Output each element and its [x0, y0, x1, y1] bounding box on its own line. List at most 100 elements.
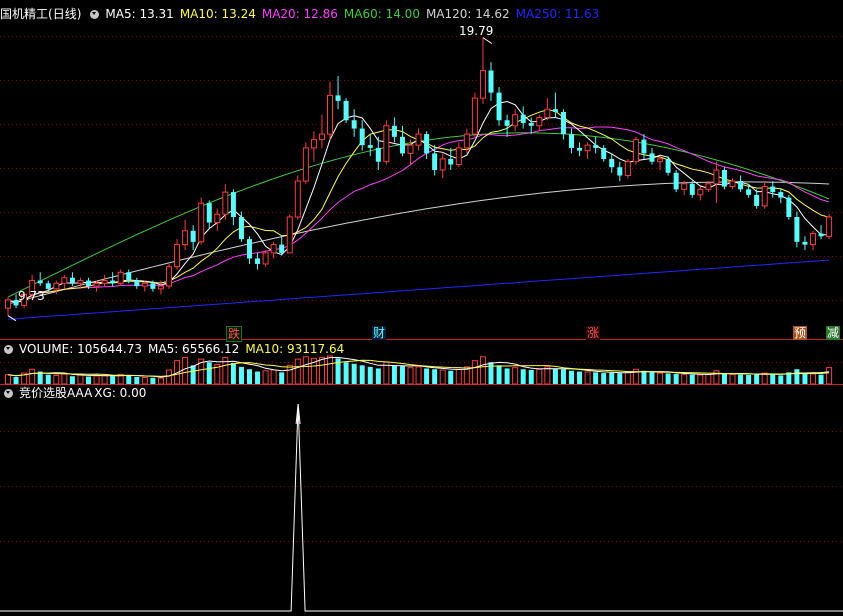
candlestick[interactable] — [601, 145, 607, 162]
candlestick[interactable] — [327, 81, 333, 140]
candlestick[interactable] — [520, 106, 526, 129]
candlestick[interactable] — [134, 277, 140, 289]
candlestick[interactable] — [512, 109, 519, 132]
event-tag-forecast[interactable]: 预 — [793, 326, 808, 340]
candlestick[interactable] — [448, 147, 454, 170]
candle-body — [705, 183, 712, 190]
event-tag-rise[interactable]: 涨 — [586, 326, 601, 340]
candlestick[interactable] — [37, 272, 43, 287]
stock-name: 国机精工 — [0, 7, 49, 21]
candlestick[interactable] — [61, 275, 68, 289]
candlestick[interactable] — [230, 189, 236, 226]
candlestick[interactable] — [310, 131, 317, 162]
candle-body — [746, 189, 752, 195]
candlestick[interactable] — [214, 208, 221, 231]
candlestick[interactable] — [455, 142, 462, 168]
candlestick[interactable] — [593, 136, 599, 154]
volume-bar — [528, 370, 534, 384]
candlestick[interactable] — [657, 156, 664, 170]
candlestick[interactable] — [665, 156, 671, 176]
candlestick[interactable] — [560, 109, 566, 140]
candle-body — [327, 94, 333, 135]
candlestick[interactable] — [584, 142, 591, 159]
candlestick[interactable] — [697, 186, 704, 201]
candlestick[interactable] — [632, 136, 639, 165]
candlestick[interactable] — [117, 269, 124, 287]
candlestick[interactable] — [286, 214, 293, 254]
candlestick[interactable] — [729, 178, 736, 190]
candlestick[interactable] — [247, 236, 252, 264]
candlestick[interactable] — [721, 167, 727, 190]
candlestick[interactable] — [110, 272, 116, 287]
candlestick[interactable] — [617, 161, 623, 182]
candlestick[interactable] — [786, 194, 792, 220]
candlestick[interactable] — [479, 37, 486, 104]
candlestick[interactable] — [101, 275, 108, 287]
candlestick[interactable] — [343, 98, 349, 124]
event-tag-fall[interactable]: 跌 — [226, 326, 243, 342]
candlestick[interactable] — [496, 87, 502, 126]
candlestick[interactable] — [262, 250, 269, 267]
candlestick[interactable] — [351, 109, 357, 137]
candlestick[interactable] — [649, 147, 655, 165]
candlestick[interactable] — [439, 153, 446, 179]
candlestick[interactable] — [399, 125, 405, 157]
candlestick[interactable] — [794, 211, 800, 248]
candlestick[interactable] — [255, 252, 261, 270]
volume-bar — [302, 356, 309, 385]
volume-bar — [569, 370, 574, 384]
candlestick[interactable] — [689, 181, 695, 198]
candlestick[interactable] — [738, 175, 744, 193]
candlestick[interactable] — [577, 142, 583, 157]
candlestick[interactable] — [190, 225, 196, 251]
candlestick[interactable] — [294, 175, 301, 220]
candlestick[interactable] — [569, 128, 574, 154]
candlestick[interactable] — [206, 200, 212, 229]
candle-body — [609, 158, 615, 168]
candlestick[interactable] — [198, 197, 205, 245]
candlestick[interactable] — [182, 219, 189, 251]
candlestick[interactable] — [673, 170, 679, 193]
volume-ma5-legend: MA5: 65566.12 — [148, 342, 240, 356]
indicator-pane-menu-icon[interactable] — [4, 389, 13, 398]
chart-window[interactable]: 国机精工(日线) MA5: 13.31 MA10: 13.24 MA20: 12.86… — [0, 0, 843, 616]
candlestick[interactable] — [279, 236, 285, 256]
indicator-menu-icon[interactable] — [90, 10, 100, 19]
candlestick[interactable] — [544, 98, 551, 121]
candlestick[interactable] — [609, 153, 615, 173]
candlestick[interactable] — [367, 134, 373, 157]
candlestick[interactable] — [810, 230, 816, 251]
candlestick[interactable] — [166, 263, 172, 289]
event-tag-reduce[interactable]: 减 — [826, 326, 841, 340]
candlestick[interactable] — [270, 241, 277, 259]
candlestick[interactable] — [5, 297, 11, 316]
candlestick[interactable] — [391, 117, 397, 143]
ma250-legend: MA250: 11.63 — [515, 7, 600, 21]
candlestick[interactable] — [536, 114, 543, 132]
candlestick[interactable] — [826, 214, 833, 240]
candlestick[interactable] — [415, 128, 422, 151]
candlestick[interactable] — [174, 239, 181, 270]
volume-menu-icon[interactable] — [4, 345, 13, 354]
candlestick[interactable] — [488, 62, 494, 101]
chart-canvas[interactable] — [0, 0, 843, 616]
event-tag-finance[interactable]: 财 — [372, 326, 387, 340]
candlestick[interactable] — [335, 76, 341, 110]
candlestick[interactable] — [552, 92, 558, 118]
candlestick[interactable] — [761, 181, 768, 209]
candlestick[interactable] — [802, 236, 808, 251]
candlestick[interactable] — [375, 136, 381, 170]
candlestick[interactable] — [778, 189, 784, 204]
candlestick[interactable] — [222, 183, 229, 220]
candlestick[interactable] — [69, 272, 75, 287]
candle-body — [222, 191, 229, 215]
candlestick[interactable] — [754, 189, 760, 209]
candlestick[interactable] — [302, 142, 309, 184]
candlestick[interactable] — [713, 161, 720, 204]
candlestick[interactable] — [471, 92, 478, 137]
candlestick[interactable] — [770, 181, 776, 198]
candlestick[interactable] — [624, 158, 631, 179]
candlestick[interactable] — [818, 225, 824, 240]
candlestick[interactable] — [383, 120, 390, 165]
candlestick[interactable] — [318, 114, 325, 148]
